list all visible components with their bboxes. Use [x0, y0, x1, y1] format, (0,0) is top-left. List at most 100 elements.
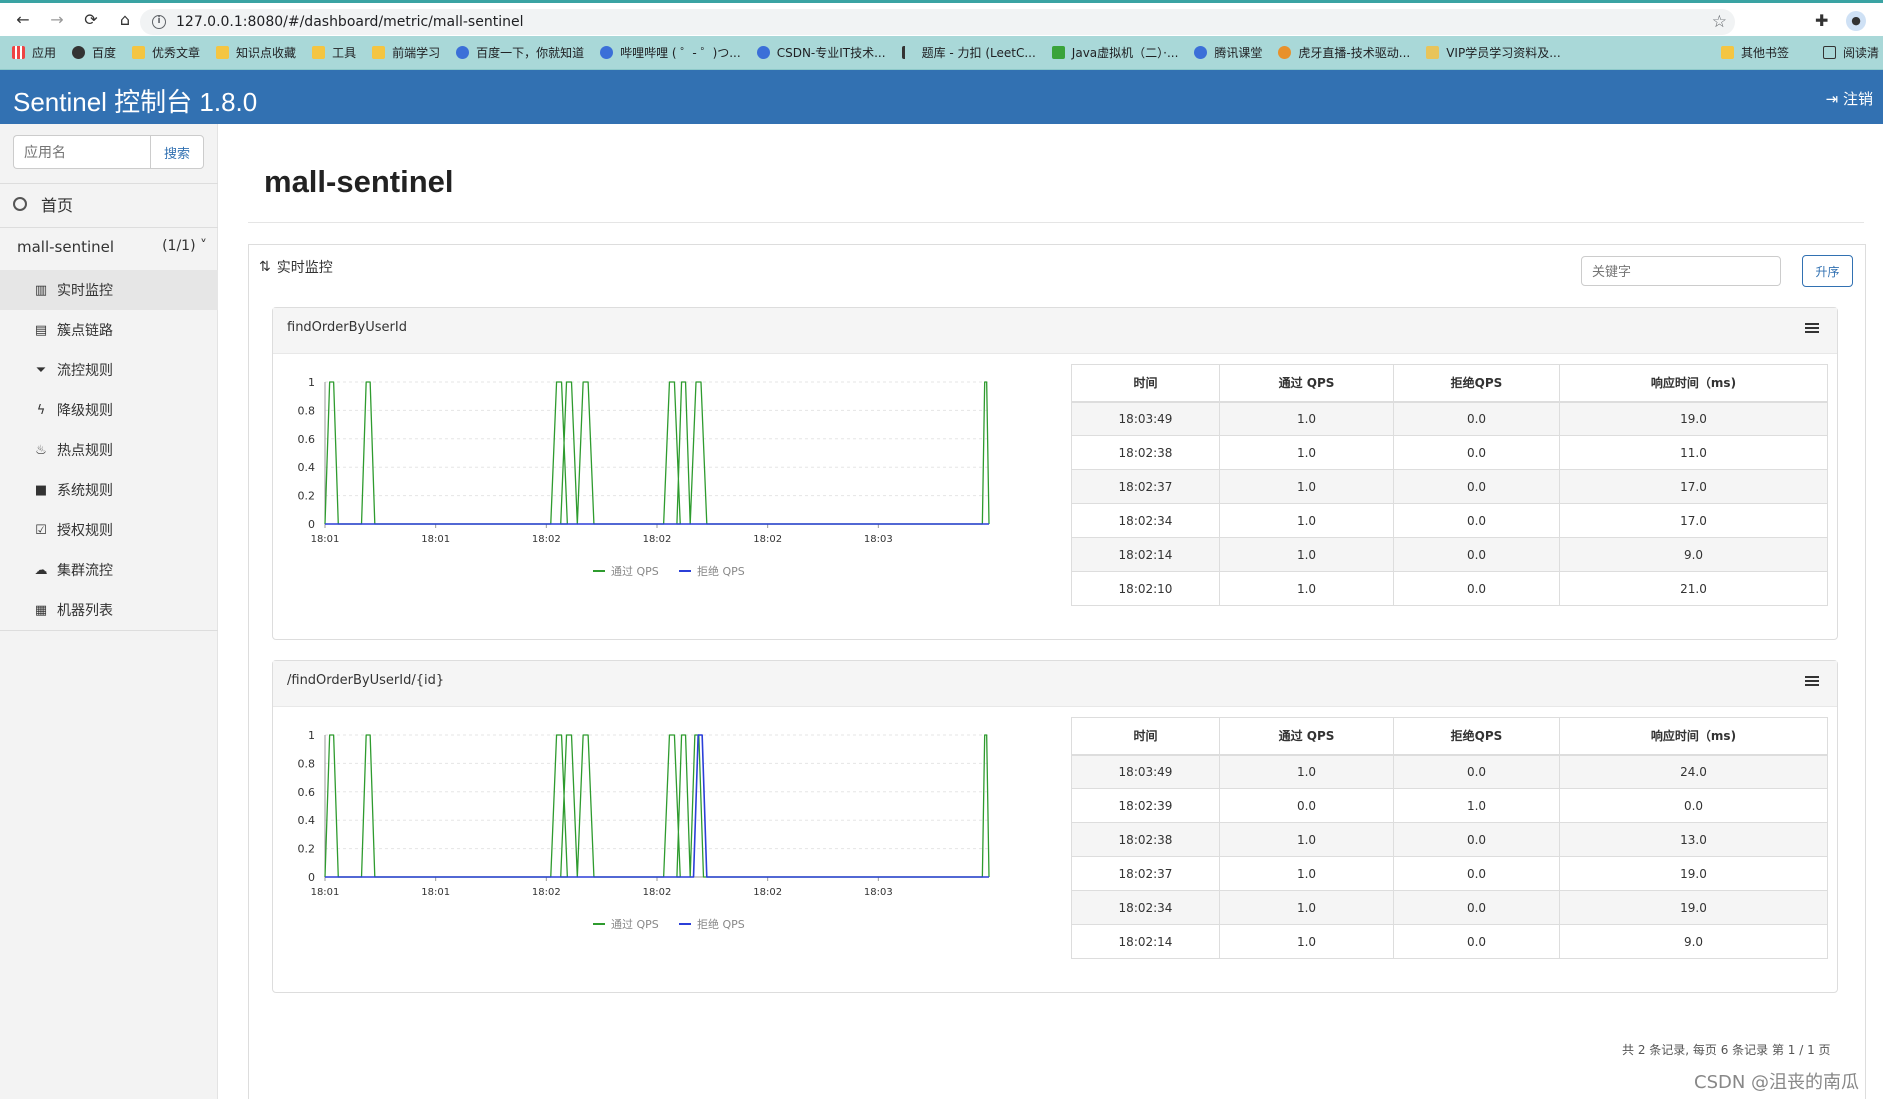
y-tick-label: 1 [308, 376, 315, 389]
divider [248, 222, 1864, 223]
bookmark-baidu[interactable]: 百度 [72, 44, 116, 61]
cell-rt: 13.0 [1559, 822, 1828, 857]
resource-card-header: /findOrderByUserId/{id} [273, 661, 1837, 707]
cell-block-qps: 0.0 [1393, 537, 1560, 572]
grid-list-icon: ▦ [34, 602, 48, 618]
bookmark-folder[interactable]: 工具 [312, 44, 356, 61]
legend-label[interactable]: 拒绝 QPS [697, 917, 745, 931]
legend-label[interactable]: 通过 QPS [611, 918, 659, 931]
app-search: 搜索 [13, 135, 204, 169]
sidebar-item-cluster-point-link[interactable]: ▤ 簇点链路 [0, 310, 218, 350]
menu-icon[interactable] [1805, 676, 1819, 688]
sidebar-home[interactable]: 首页 [13, 192, 73, 216]
bookmark-csdn[interactable]: CSDN-专业IT技术... [756, 44, 886, 61]
series-line [324, 381, 990, 525]
cell-rt: 17.0 [1559, 469, 1828, 504]
sidebar-item-degrade-rules[interactable]: ϟ 降级规则 [0, 390, 218, 430]
y-tick-label: 0.6 [298, 433, 316, 446]
sidebar-item-realtime-monitor[interactable]: ▥ 实时监控 [0, 270, 218, 310]
bookmark-bilibili[interactable]: 哔哩哔哩 ( ゜- ゜)つ... [600, 44, 741, 61]
bookmark-star-icon[interactable]: ☆ [1712, 12, 1727, 32]
x-tick-label: 18:02 [753, 887, 782, 898]
cell-block-qps: 1.0 [1393, 788, 1560, 823]
divider [0, 630, 218, 631]
browser-toolbar: ← → ⟳ ⌂ i 127.0.0.1:8080/#/dashboard/met… [0, 0, 1883, 36]
extensions-icon[interactable]: ✚ [1815, 11, 1828, 30]
column-header: 响应时间（ms) [1559, 717, 1828, 756]
bookmark-folder[interactable]: 前端学习 [372, 44, 440, 61]
cell-pass-qps: 1.0 [1219, 890, 1394, 925]
cell-block-qps: 0.0 [1393, 435, 1560, 470]
sidebar-item-hotspot-rules[interactable]: ♨ 热点规则 [0, 430, 218, 470]
other-bookmarks[interactable]: 其他书签 [1720, 44, 1789, 61]
resource-card: /findOrderByUserId/{id} 0 0.2 0.4 0.6 0.8 1 18… [272, 660, 1838, 993]
cell-time: 18:02:10 [1071, 571, 1220, 606]
divider [0, 183, 218, 184]
keyword-search-input[interactable] [1581, 256, 1781, 286]
x-tick-label: 18:03 [864, 534, 893, 545]
paw-icon [600, 46, 614, 59]
watermark: CSDN @沮丧的南瓜 [1694, 1072, 1860, 1093]
bookmark-folder[interactable]: 优秀文章 [132, 44, 200, 61]
sidebar-item-machine-list[interactable]: ▦ 机器列表 [0, 590, 218, 630]
address-bar[interactable]: i 127.0.0.1:8080/#/dashboard/metric/mall… [140, 9, 1735, 35]
table-header-row: 时间 通过 QPS 拒绝QPS 响应时间（ms) [1071, 364, 1828, 403]
bookmark-baidu-search[interactable]: 百度一下，你就知道 [456, 44, 584, 61]
cell-pass-qps: 1.0 [1219, 856, 1394, 891]
app-search-button[interactable]: 搜索 [150, 135, 204, 169]
logout-button[interactable]: ⇥ 注销 [1826, 88, 1873, 109]
forward-icon[interactable]: → [46, 9, 68, 31]
app-title[interactable]: Sentinel 控制台 1.8.0 [13, 82, 257, 119]
table-row: 18:02:14 1.0 0.0 9.0 [1071, 537, 1828, 572]
sidebar-item-cluster-flow[interactable]: ☁ 集群流控 [0, 550, 218, 590]
cell-rt: 19.0 [1559, 401, 1828, 436]
leetcode-icon [901, 46, 915, 59]
bookmark-leetcode[interactable]: 题库 - 力扣 (LeetC... [901, 44, 1036, 61]
table-header-row: 时间 通过 QPS 拒绝QPS 响应时间（ms) [1071, 717, 1828, 756]
column-header: 响应时间（ms) [1559, 364, 1828, 403]
bookmark-tencent[interactable]: 腾讯课堂 [1194, 44, 1262, 61]
sidebar-item-flow-rules[interactable]: ⏷ 流控规则 [0, 350, 218, 390]
cell-pass-qps: 1.0 [1219, 503, 1394, 538]
resource-name: /findOrderByUserId/{id} [287, 673, 445, 688]
menu-icon[interactable] [1805, 323, 1819, 335]
cell-time: 18:02:38 [1071, 435, 1220, 470]
reload-icon[interactable]: ⟳ [80, 9, 102, 31]
logout-icon: ⇥ [1825, 90, 1843, 108]
bookmark-apps[interactable]: 应用 [12, 44, 56, 61]
home-icon[interactable]: ⌂ [114, 9, 136, 31]
cell-rt: 0.0 [1559, 788, 1828, 823]
app-search-input[interactable] [13, 135, 150, 169]
cell-block-qps: 0.0 [1393, 503, 1560, 538]
resource-name: findOrderByUserId [287, 320, 407, 335]
sidebar-item-auth-rules[interactable]: ☑ 授权规则 [0, 510, 218, 550]
reading-list[interactable]: 阅读清 [1822, 44, 1879, 61]
cell-time: 18:02:14 [1071, 537, 1220, 572]
cell-rt: 24.0 [1559, 754, 1828, 789]
cell-block-qps: 0.0 [1393, 571, 1560, 606]
bookmark-huya[interactable]: 虎牙直播-技术驱动... [1278, 44, 1410, 61]
resource-card-header: findOrderByUserId [273, 308, 1837, 354]
bookmark-folder[interactable]: 知识点收藏 [216, 44, 296, 61]
sort-ascending-button[interactable]: 升序 [1802, 255, 1853, 287]
apps-icon [12, 46, 25, 59]
sidebar-item-system-rules[interactable]: ■ 系统规则 [0, 470, 218, 510]
cell-block-qps: 0.0 [1393, 469, 1560, 504]
site-info-icon[interactable]: i [152, 15, 166, 29]
panel-title: ⇅ 实时监控 [259, 259, 333, 276]
y-tick-label: 0.2 [298, 490, 316, 503]
back-icon[interactable]: ← [12, 9, 34, 31]
sidebar-app-mall-sentinel[interactable]: mall-sentinel (1/1) ˅ [17, 238, 207, 256]
column-header: 通过 QPS [1219, 364, 1394, 403]
series-line [324, 734, 990, 878]
cell-block-qps: 0.0 [1393, 822, 1560, 857]
cell-time: 18:02:34 [1071, 503, 1220, 538]
table-row: 18:02:34 1.0 0.0 19.0 [1071, 890, 1828, 925]
cell-pass-qps: 1.0 [1219, 754, 1394, 789]
legend-label[interactable]: 拒绝 QPS [697, 564, 745, 578]
series-line [325, 734, 989, 878]
legend-label[interactable]: 通过 QPS [611, 565, 659, 578]
profile-avatar[interactable]: ● [1846, 11, 1866, 31]
bookmark-jvm[interactable]: Java虚拟机（二）·... [1051, 44, 1178, 61]
bookmark-vip[interactable]: VIP学员学习资料及... [1426, 44, 1561, 61]
